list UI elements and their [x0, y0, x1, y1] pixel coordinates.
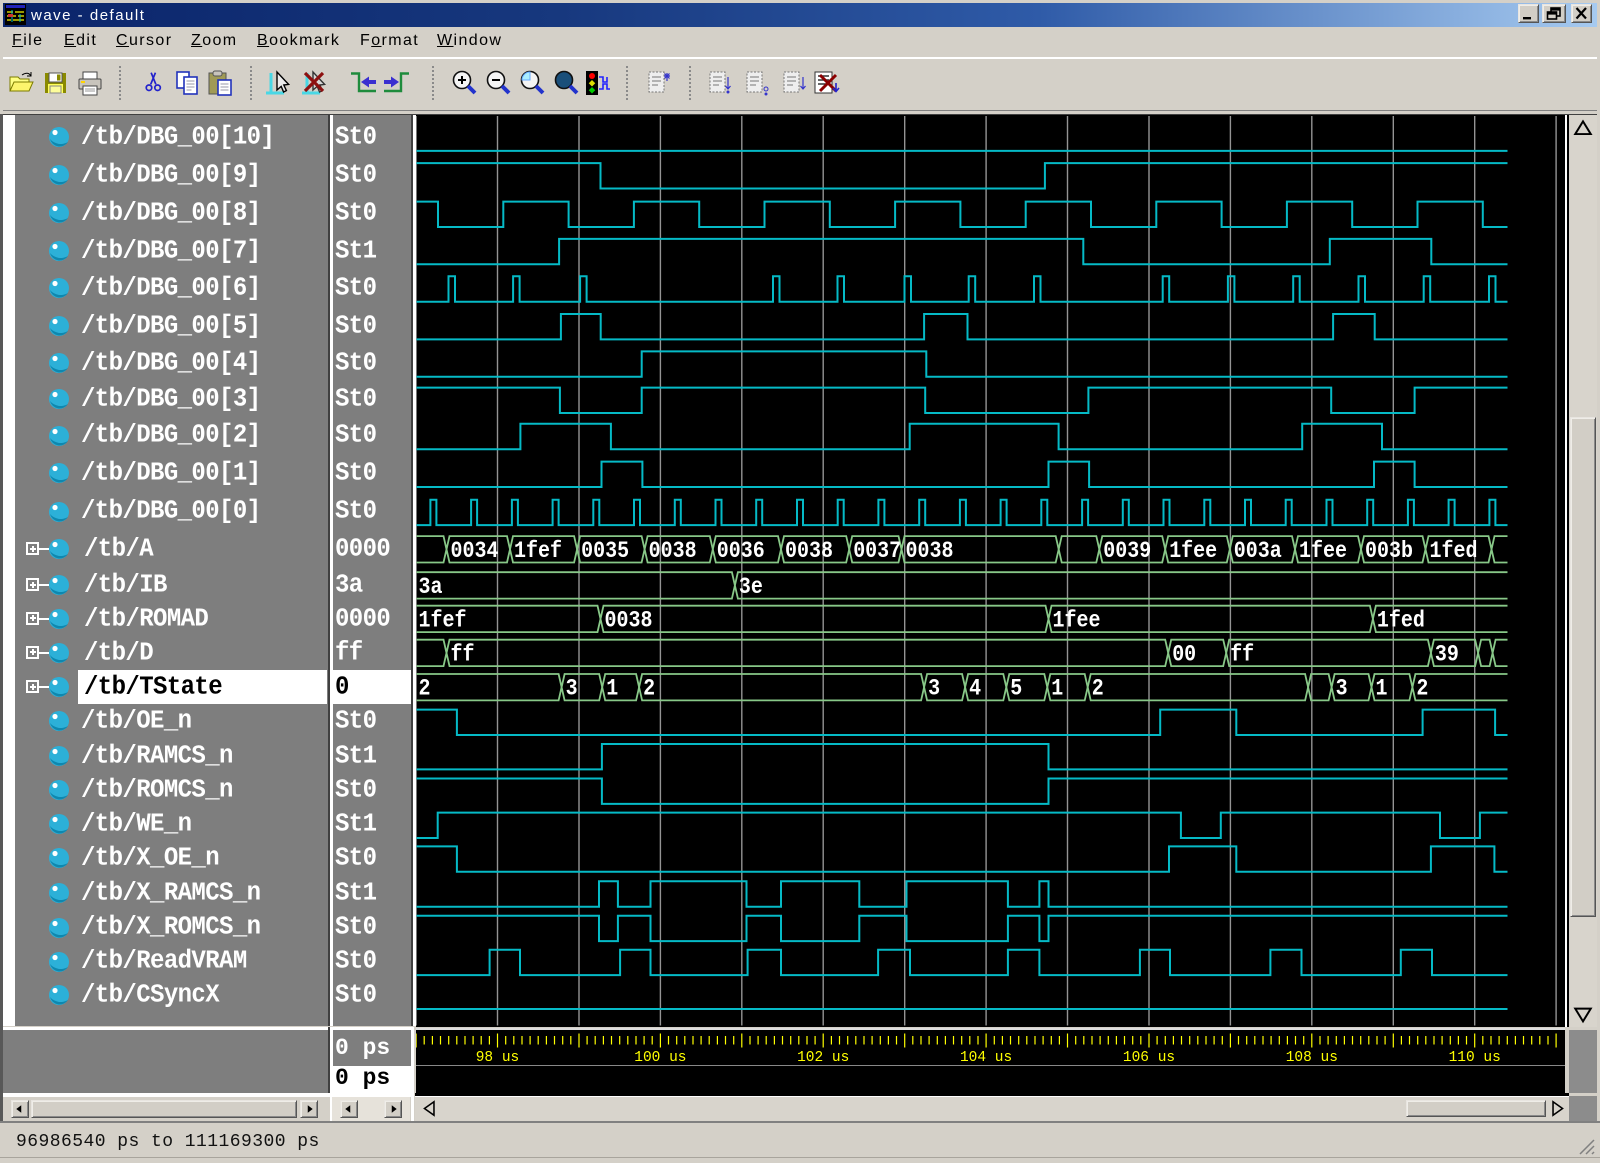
svg-text:110 us: 110 us	[1448, 1050, 1500, 1066]
svg-text:104 us: 104 us	[959, 1050, 1011, 1066]
svg-text:1fee: 1fee	[1299, 538, 1347, 564]
svg-text:1fed: 1fed	[1429, 538, 1477, 564]
svg-text:1fee: 1fee	[1052, 607, 1100, 633]
svg-text:3: 3	[928, 676, 940, 702]
svg-text:1fed: 1fed	[1376, 607, 1424, 633]
svg-text:1: 1	[1375, 676, 1387, 702]
svg-text:4: 4	[969, 676, 981, 702]
svg-text:00: 00	[1172, 641, 1196, 667]
svg-text:98 us: 98 us	[475, 1050, 519, 1066]
svg-text:003a: 003a	[1233, 538, 1281, 564]
svg-text:3: 3	[565, 676, 577, 702]
svg-text:0039: 0039	[1103, 538, 1151, 564]
svg-text:3a: 3a	[418, 574, 442, 600]
svg-text:108 us: 108 us	[1285, 1050, 1337, 1066]
svg-text:106 us: 106 us	[1122, 1050, 1174, 1066]
svg-text:2: 2	[418, 676, 430, 702]
svg-text:39: 39	[1434, 641, 1458, 667]
svg-text:1fee: 1fee	[1169, 538, 1217, 564]
svg-text:0036: 0036	[716, 538, 764, 564]
svg-text:0035: 0035	[581, 538, 629, 564]
svg-text:2: 2	[643, 676, 655, 702]
svg-text:5: 5	[1010, 676, 1022, 702]
svg-text:003b: 003b	[1365, 538, 1413, 564]
svg-text:1fef: 1fef	[514, 538, 562, 564]
svg-text:1fef: 1fef	[418, 607, 466, 633]
svg-text:0034: 0034	[450, 538, 498, 564]
svg-text:2: 2	[1091, 676, 1103, 702]
svg-text:0038: 0038	[785, 538, 833, 564]
svg-text:ff: ff	[1230, 641, 1254, 667]
svg-text:3e: 3e	[738, 574, 762, 600]
svg-text:1: 1	[1051, 676, 1063, 702]
svg-text:100 us: 100 us	[634, 1050, 686, 1066]
svg-text:102 us: 102 us	[797, 1050, 849, 1066]
svg-text:0038: 0038	[648, 538, 696, 564]
svg-text:0037: 0037	[853, 538, 901, 564]
svg-text:0038: 0038	[604, 607, 652, 633]
svg-text:ff: ff	[450, 641, 474, 667]
svg-text:1: 1	[606, 676, 618, 702]
svg-text:2: 2	[1416, 676, 1428, 702]
svg-text:3: 3	[1335, 676, 1347, 702]
svg-text:0038: 0038	[905, 538, 953, 564]
